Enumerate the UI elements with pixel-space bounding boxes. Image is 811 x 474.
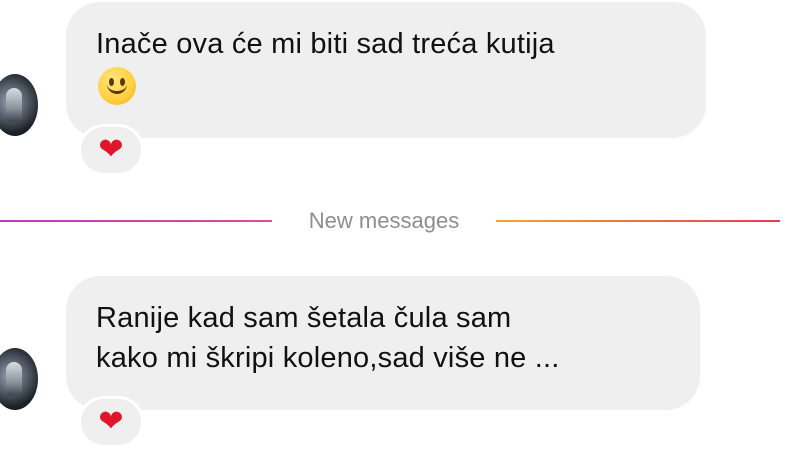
avatar-photo bbox=[6, 362, 22, 396]
message-bubble[interactable]: Ranije kad sam šetala čula sam kako mi š… bbox=[66, 276, 700, 410]
message-text: Inače ova će mi biti sad treća kutija bbox=[96, 28, 555, 60]
message-text: kako mi škripi koleno,sad više ne ... bbox=[96, 342, 560, 374]
new-messages-label: New messages bbox=[308, 208, 460, 233]
divider-rule-right bbox=[496, 220, 780, 222]
sender-avatar[interactable] bbox=[0, 348, 38, 410]
heart-icon: ❤ bbox=[98, 405, 124, 438]
slightly-smiling-face-emoji-icon bbox=[98, 67, 136, 106]
message-bubble[interactable]: Inače ova će mi biti sad treća kutija bbox=[66, 2, 706, 138]
message-text: Ranije kad sam šetala čula sam bbox=[96, 302, 512, 334]
sender-avatar[interactable] bbox=[0, 74, 38, 136]
heart-reaction[interactable]: ❤ bbox=[78, 396, 144, 448]
divider-rule-left bbox=[0, 220, 272, 222]
new-messages-divider: New messages bbox=[0, 206, 811, 236]
avatar-photo bbox=[6, 88, 22, 122]
heart-reaction[interactable]: ❤ bbox=[78, 124, 144, 176]
heart-icon: ❤ bbox=[98, 133, 124, 166]
chat-thread: Inače ova će mi biti sad treća kutija ❤ … bbox=[0, 0, 811, 474]
